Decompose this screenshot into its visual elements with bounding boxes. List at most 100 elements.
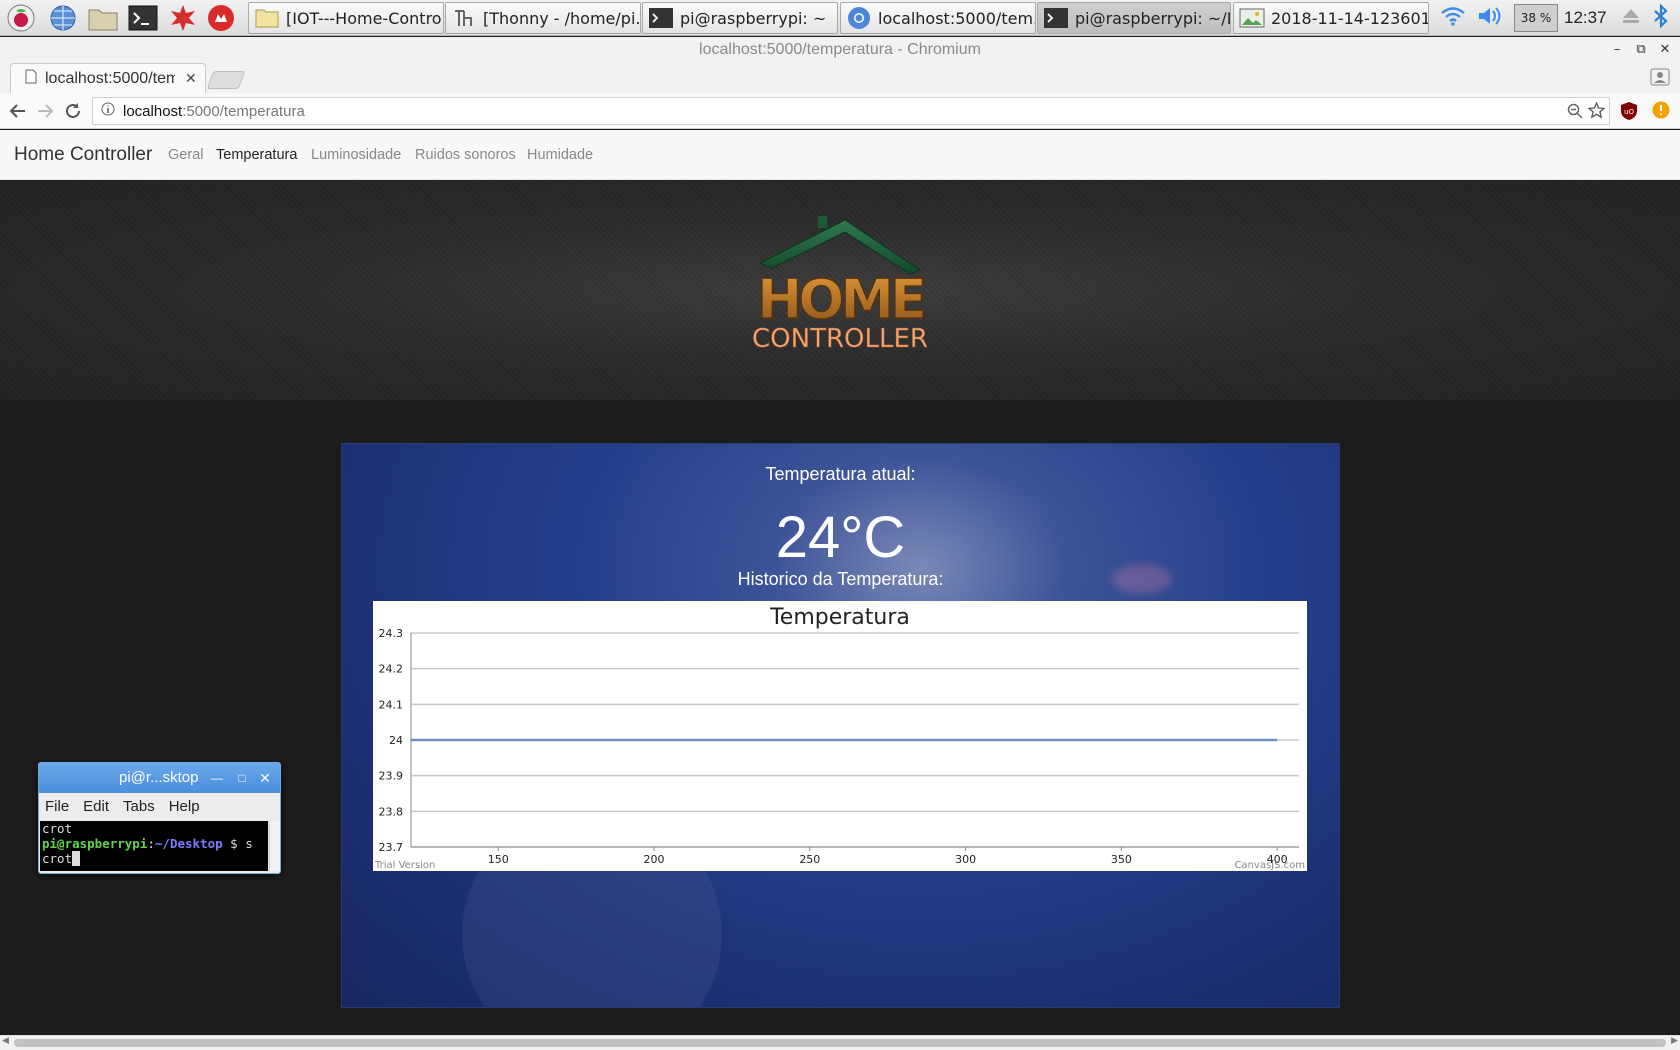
wifi-icon[interactable] [1440, 5, 1466, 31]
clock[interactable]: 12:37 [1564, 8, 1607, 28]
y-tick-label: 24.2 [379, 663, 404, 676]
task-label: [IOT---Home-Controll... [286, 8, 443, 28]
logo-top-text: HOME [757, 268, 923, 331]
x-tick-label: 350 [1111, 853, 1132, 866]
bookmark-star-icon[interactable] [1587, 101, 1606, 123]
site-brand[interactable]: Home Controller [14, 144, 152, 166]
prompt-directory: ~/Desktop [154, 836, 223, 851]
taskbar-task-thonny[interactable]: [Thonny - /home/pi... [445, 2, 641, 34]
scrollbar-thumb[interactable] [14, 1039, 1666, 1047]
y-tick-label: 24 [389, 734, 403, 747]
thonny-icon [451, 7, 477, 29]
terminal-scrollbar[interactable] [269, 821, 280, 871]
nav-link-humidade[interactable]: Humidade [527, 147, 593, 163]
taskbar-task-terminal-home[interactable]: pi@raspberrypi: ~ [642, 2, 838, 34]
address-bar[interactable]: localhost:5000/temperatura [92, 97, 1610, 125]
file-manager-launcher-icon[interactable] [88, 3, 118, 33]
info-icon[interactable] [101, 102, 115, 120]
terminal-menu-edit[interactable]: Edit [83, 798, 109, 815]
math-kernel-launcher-icon[interactable] [168, 3, 198, 33]
terminal-close-button[interactable]: ✕ [255, 763, 275, 793]
x-tick-label: 200 [644, 853, 665, 866]
current-temperature-label: Temperatura atual: [765, 464, 916, 484]
warning-extension-icon[interactable] [1652, 101, 1670, 123]
horizontal-scrollbar[interactable]: ◀ ▶ [0, 1035, 1680, 1050]
reload-button[interactable] [61, 99, 85, 123]
nav-link-geral[interactable]: Geral [168, 147, 203, 163]
terminal-line: crot [42, 851, 73, 866]
terminal-menubar: File Edit Tabs Help [39, 793, 280, 819]
chart-svg: Temperatura 24.3 24.2 24.1 24 23.9 23.8 23.7 150… [374, 605, 1305, 871]
window-title: localhost:5000/temperatura - Chromium [0, 37, 1680, 63]
new-tab-button[interactable] [206, 71, 246, 89]
terminal-menu-tabs[interactable]: Tabs [123, 798, 155, 815]
y-tick-label: 24.3 [379, 627, 404, 640]
terminal-window[interactable]: pi@r...sktop — □ ✕ File Edit Tabs Help c… [38, 762, 281, 874]
taskbar-task-folder[interactable]: [IOT---Home-Controll... [248, 2, 444, 34]
close-window-button[interactable]: ✕ [1654, 37, 1676, 63]
y-tick-label: 23.9 [379, 770, 404, 783]
task-label: pi@raspberrypi: ~ [680, 8, 827, 28]
x-tick-label: 150 [488, 853, 509, 866]
task-label: [Thonny - /home/pi... [483, 8, 640, 28]
taskbar-task-terminal-desktop[interactable]: pi@raspberrypi: ~/D... [1037, 2, 1231, 34]
zoom-icon[interactable] [1567, 103, 1583, 123]
nav-link-temperatura[interactable]: Temperatura [216, 147, 297, 163]
terminal-maximize-button[interactable]: □ [232, 763, 252, 793]
scroll-right-arrow-icon[interactable]: ▶ [1671, 1036, 1678, 1046]
temperature-chart: Temperatura 24.3 24.2 24.1 24 23.9 23.8 23.7 150… [373, 601, 1307, 871]
profile-icon[interactable] [1650, 68, 1670, 90]
browser-tab[interactable]: localhost:5000/temperatura ✕ [10, 63, 206, 93]
task-label: pi@raspberrypi: ~/D... [1075, 8, 1230, 28]
y-tick-label: 24.1 [379, 698, 404, 711]
task-label: localhost:5000/tem... [878, 8, 1035, 28]
system-tray: 38 % 12:37 [1440, 0, 1680, 36]
web-browser-launcher-icon[interactable] [48, 3, 78, 33]
temperature-panel: Temperatura atual: 24°C Historico da Tem… [341, 443, 1340, 1008]
back-button[interactable] [6, 99, 30, 123]
nav-link-luminosidade[interactable]: Luminosidade [311, 147, 401, 163]
close-tab-icon[interactable]: ✕ [185, 71, 197, 87]
taskbar-task-chromium[interactable]: localhost:5000/tem... [840, 2, 1036, 34]
wolfram-launcher-icon[interactable] [206, 3, 236, 33]
eject-icon[interactable] [1621, 6, 1641, 30]
hero-banner: HOME CONTROLLER [0, 180, 1680, 400]
prompt-separator: : [147, 836, 155, 851]
terminal-menu-file[interactable]: File [45, 798, 69, 815]
volume-icon[interactable] [1476, 5, 1504, 31]
terminal-title: pi@r...sktop [119, 769, 199, 786]
terminal-line: crot [42, 821, 73, 836]
terminal-icon [648, 7, 674, 29]
terminal-titlebar[interactable]: pi@r...sktop — □ ✕ [39, 763, 280, 793]
ublock-extension-icon[interactable]: uO [1620, 101, 1638, 125]
image-viewer-icon [1239, 7, 1265, 29]
tab-label: localhost:5000/temperatura [45, 69, 175, 87]
task-label: 2018-11-14-123601... [1271, 8, 1428, 28]
current-temperature-value: 24°C [775, 505, 906, 570]
prompt-user: pi@raspberrypi [42, 836, 148, 851]
chromium-icon [846, 7, 872, 29]
scroll-left-arrow-icon[interactable]: ◀ [2, 1036, 9, 1046]
folder-icon [254, 7, 280, 29]
x-tick-label: 250 [799, 853, 820, 866]
url-host: localhost [123, 102, 183, 120]
forward-button[interactable] [33, 99, 57, 123]
svg-text:uO: uO [1624, 108, 1634, 116]
terminal-minimize-button[interactable]: — [207, 763, 227, 793]
chart-watermark-right: CanvasJS.com [1234, 860, 1305, 871]
maximize-button[interactable]: ⧉ [1630, 37, 1652, 63]
bluetooth-icon[interactable] [1653, 3, 1669, 32]
raspberry-menu-icon[interactable] [6, 3, 36, 33]
web-page: Home Controller Geral Temperatura Lumino… [0, 130, 1680, 1035]
cpu-monitor: 38 % [1514, 4, 1558, 32]
terminal-screen[interactable]: crot pi@raspberrypi:~/Desktop $ s crot [40, 821, 268, 871]
minimize-button[interactable]: – [1606, 37, 1628, 63]
taskbar-task-image-viewer[interactable]: 2018-11-14-123601... [1233, 2, 1429, 34]
nav-link-ruidos-sonoros[interactable]: Ruidos sonoros [415, 147, 516, 163]
page-icon [25, 69, 37, 88]
chart-watermark-left: Trial Version [374, 860, 435, 871]
terminal-menu-help[interactable]: Help [169, 798, 200, 815]
terminal-launcher-icon[interactable] [128, 3, 158, 33]
taskbar: [IOT---Home-Controll... [Thonny - /home/… [0, 0, 1680, 36]
history-label: Historico da Temperatura: [737, 569, 944, 589]
